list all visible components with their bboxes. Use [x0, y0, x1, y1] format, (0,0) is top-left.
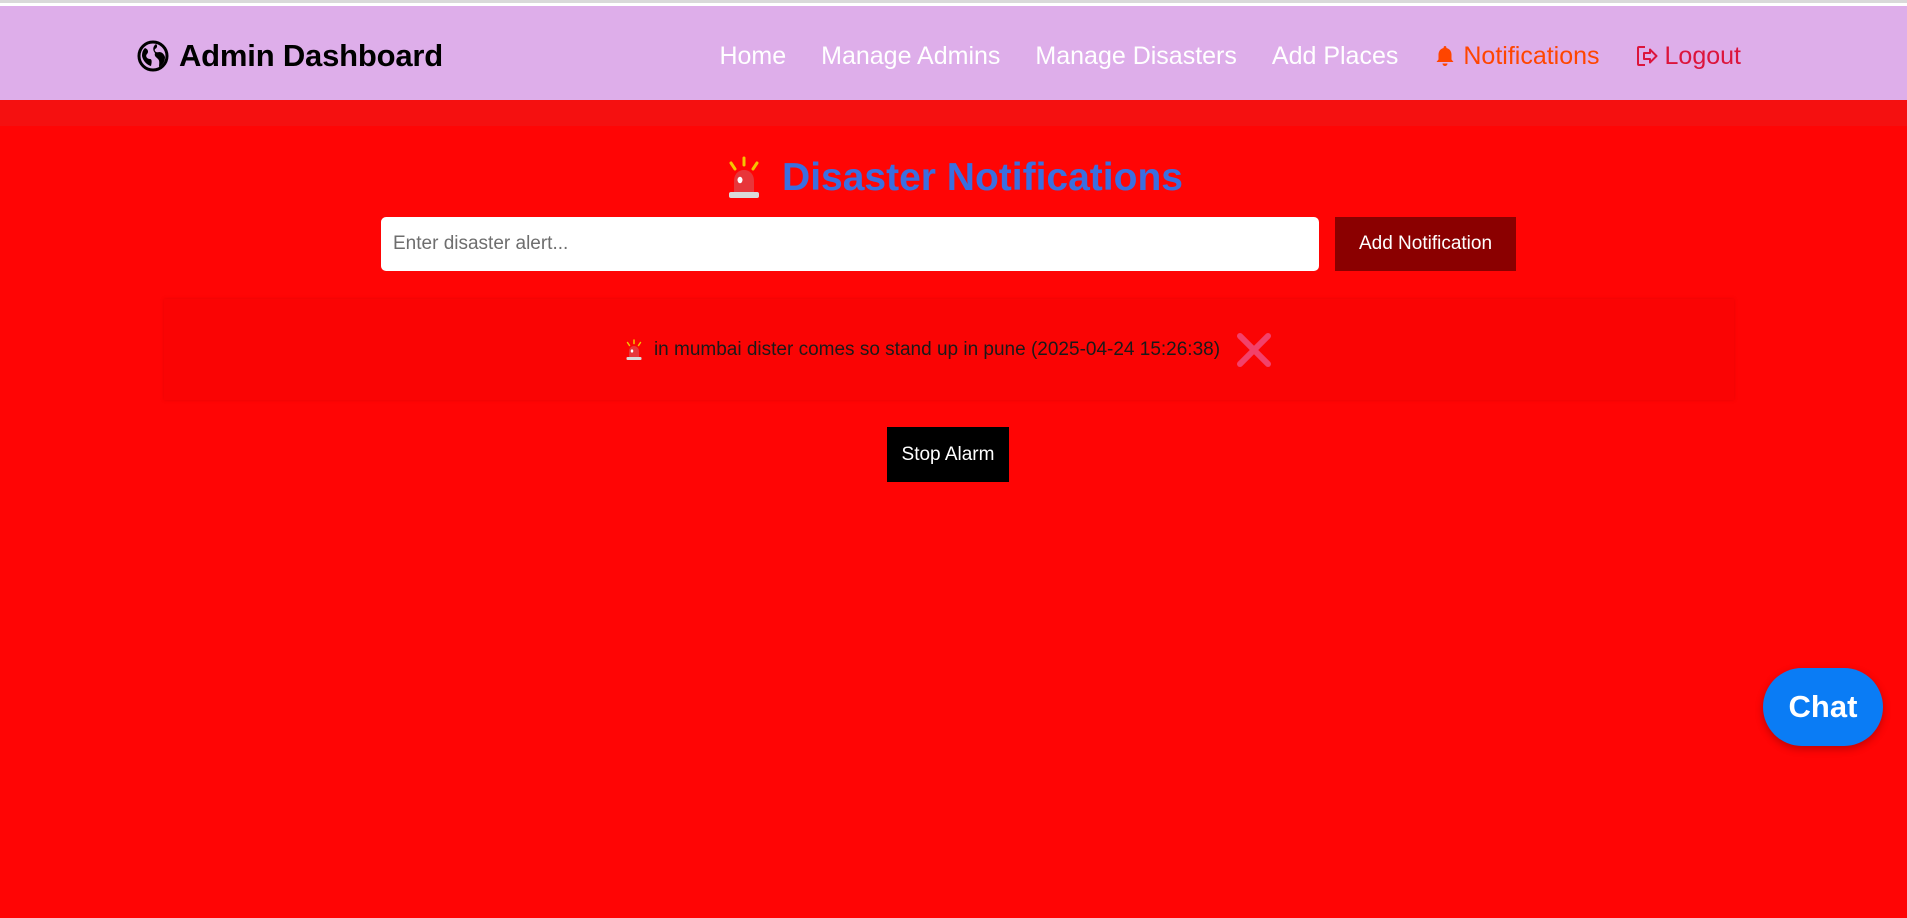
page-title: Disaster Notifications	[782, 156, 1183, 199]
nav-link-manage-admins-label: Manage Admins	[821, 41, 1001, 70]
notification-list: in mumbai dister comes so stand up in pu…	[164, 299, 1734, 400]
nav-link-manage-admins[interactable]: Manage Admins	[821, 42, 1000, 71]
nav-link-add-places-label: Add Places	[1271, 41, 1399, 70]
page-heading: Disaster Notifications	[0, 156, 1907, 200]
main-top-band	[0, 100, 1907, 126]
notification-text: in mumbai dister comes so stand up in pu…	[653, 338, 1221, 360]
nav-link-manage-disasters[interactable]: Manage Disasters	[1035, 42, 1236, 71]
nav-links: Home Manage Admins Manage Disasters Add …	[684, 36, 1741, 76]
nav-link-home[interactable]: Home	[719, 42, 786, 71]
nav-link-logout[interactable]: Logout	[1635, 42, 1741, 71]
add-notification-button[interactable]: Add Notification	[1335, 217, 1516, 271]
siren-icon	[729, 156, 760, 198]
add-notification-form: Add Notification	[381, 217, 1516, 271]
stop-alarm-button[interactable]: Stop Alarm	[887, 427, 1009, 482]
nav-link-notifications-label: Notifications	[1463, 41, 1600, 70]
main-content: Disaster Notifications Add Notification …	[0, 100, 1907, 918]
navbar: Admin Dashboard Home Manage Admins Manag…	[0, 6, 1907, 100]
logout-icon	[1636, 46, 1658, 66]
close-icon[interactable]	[1234, 330, 1274, 370]
globe-icon	[137, 40, 169, 72]
brand-title: Admin Dashboard	[179, 38, 443, 73]
nav-link-home-label: Home	[719, 41, 787, 70]
notification-item: in mumbai dister comes so stand up in pu…	[164, 299, 1734, 400]
chat-button[interactable]: Chat	[1763, 668, 1883, 746]
disaster-alert-input[interactable]	[381, 217, 1319, 271]
brand[interactable]: Admin Dashboard	[137, 36, 443, 76]
page: Admin Dashboard Home Manage Admins Manag…	[0, 0, 1907, 918]
nav-link-notifications[interactable]: Notifications	[1433, 41, 1600, 71]
siren-icon	[626, 338, 642, 360]
nav-link-add-places[interactable]: Add Places	[1272, 42, 1398, 71]
nav-link-manage-disasters-label: Manage Disasters	[1035, 41, 1237, 70]
bell-icon	[1436, 46, 1454, 66]
nav-link-logout-label: Logout	[1664, 41, 1741, 70]
